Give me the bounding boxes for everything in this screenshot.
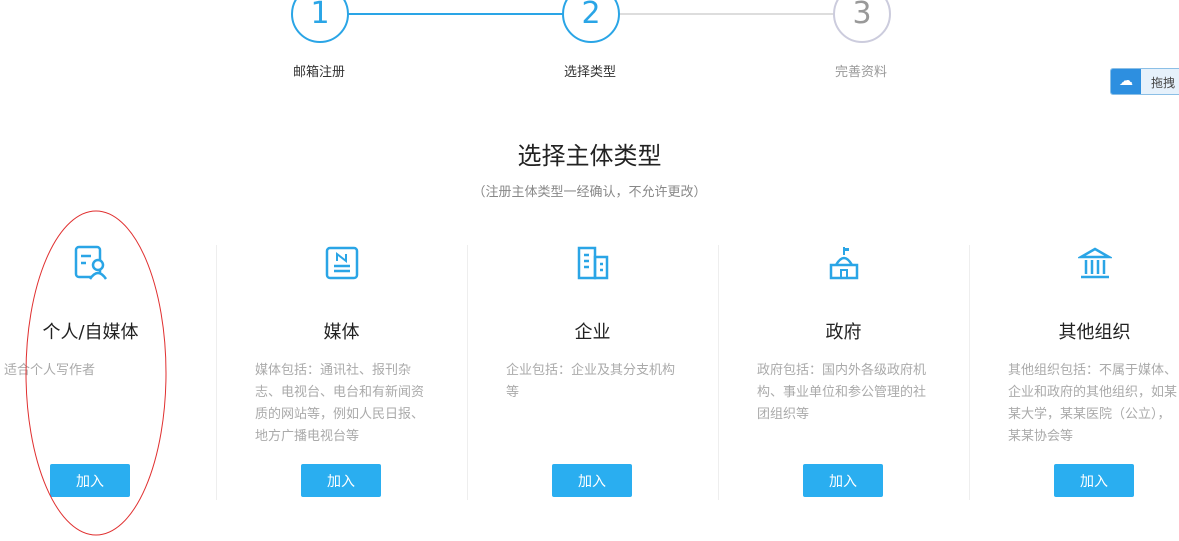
drag-widget[interactable]: ☁ 拖拽 bbox=[1110, 68, 1179, 95]
progress-line-done bbox=[348, 13, 564, 15]
type-description: 企业包括：企业及其分支机构等 bbox=[506, 363, 676, 400]
person-card-icon bbox=[74, 245, 108, 280]
page-subtitle: （注册主体类型一经确认，不允许更改） bbox=[472, 185, 707, 200]
divider bbox=[969, 245, 970, 500]
building-icon bbox=[577, 246, 609, 280]
type-description: 适合个人写作者 bbox=[4, 363, 96, 378]
type-name: 其他组织 bbox=[1058, 322, 1131, 343]
type-card: 个人/自媒体 适合个人写作者 加入 bbox=[0, 245, 216, 500]
step-1-label: 邮箱注册 bbox=[292, 65, 345, 80]
join-button[interactable]: 加入 bbox=[1054, 464, 1134, 497]
type-card: 媒体 媒体包括：通讯社、报刊杂志、电视台、电台和有新闻资质的网站等，例如人民日报… bbox=[216, 245, 467, 500]
step-3-circle: 3 bbox=[833, 0, 891, 43]
join-button[interactable]: 加入 bbox=[50, 464, 130, 497]
drag-label: 拖拽 bbox=[1151, 76, 1176, 90]
step-2-circle: 2 bbox=[562, 0, 620, 43]
divider bbox=[216, 245, 217, 500]
step-3-label: 完善资料 bbox=[834, 65, 887, 80]
government-icon bbox=[829, 247, 859, 280]
divider bbox=[718, 245, 719, 500]
type-card: 企业 企业包括：企业及其分支机构等 加入 bbox=[467, 245, 718, 500]
type-description: 媒体包括：通讯社、报刊杂志、电视台、电台和有新闻资质的网站等，例如人民日报、地方… bbox=[255, 363, 425, 444]
type-name: 企业 bbox=[574, 322, 611, 343]
type-description: 其他组织包括：不属于媒体、企业和政府的其他组织，如某某大学，某某医院（公立），某… bbox=[1008, 363, 1178, 444]
progress-line-pending bbox=[619, 13, 835, 15]
step-1-circle: 1 bbox=[291, 0, 349, 43]
type-name: 个人/自媒体 bbox=[42, 322, 139, 343]
step-2-label: 选择类型 bbox=[563, 65, 616, 80]
join-button[interactable]: 加入 bbox=[803, 464, 883, 497]
type-card: 其他组织 其他组织包括：不属于媒体、企业和政府的其他组织，如某某大学，某某医院（… bbox=[969, 245, 1179, 500]
cloud-link-icon: ☁ bbox=[1111, 69, 1141, 94]
join-button[interactable]: 加入 bbox=[552, 464, 632, 497]
type-name: 媒体 bbox=[323, 322, 360, 343]
type-description: 政府包括：国内外各级政府机构、事业单位和参公管理的社团组织等 bbox=[757, 363, 927, 422]
newspaper-icon bbox=[325, 246, 359, 280]
page-title: 选择主体类型 bbox=[517, 142, 662, 170]
institution-icon bbox=[1078, 247, 1112, 279]
join-button[interactable]: 加入 bbox=[301, 464, 381, 497]
type-card: 政府 政府包括：国内外各级政府机构、事业单位和参公管理的社团组织等 加入 bbox=[718, 245, 969, 500]
type-name: 政府 bbox=[825, 322, 862, 343]
divider bbox=[467, 245, 468, 500]
